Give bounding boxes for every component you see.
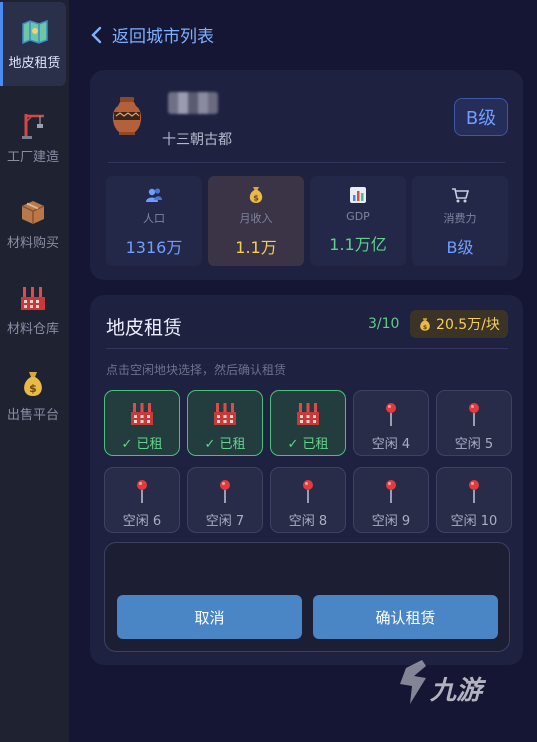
city-info-card: 十三朝古都 B级 人口 1316万 $ 月收入 1.1万 GDP 1.1万亿 消… [90, 70, 523, 280]
plot-free[interactable]: 空闲 10 [436, 467, 512, 533]
bar-chart-icon [350, 187, 366, 203]
map-pin-icon [130, 478, 154, 504]
price-chip: $ 20.5万/块 [410, 310, 508, 338]
people-icon [146, 188, 162, 202]
rent-count: 3/10 [368, 316, 400, 332]
factory-icon [130, 401, 154, 427]
crane-icon [19, 112, 47, 140]
plot-label: ✓ 已租 [204, 437, 246, 452]
stat-consumption: 消费力 B级 [412, 176, 508, 266]
stat-value: B级 [446, 238, 474, 257]
action-panel: 取消 确认租赁 [104, 542, 510, 652]
plot-rented[interactable]: ✓ 已租 [104, 390, 180, 456]
plot-free[interactable]: 空闲 6 [104, 467, 180, 533]
plot-rented[interactable]: ✓ 已租 [270, 390, 346, 456]
sidebar-item-material-buy[interactable]: 材料购买 [0, 182, 66, 266]
factory-icon [296, 401, 320, 427]
plot-label: ✓ 已租 [121, 437, 163, 452]
divider [106, 348, 508, 349]
cart-icon [452, 188, 469, 203]
cancel-button[interactable]: 取消 [117, 595, 302, 639]
sidebar-item-material-store[interactable]: 材料仓库 [0, 268, 66, 352]
plot-free[interactable]: 空闲 9 [353, 467, 429, 533]
plot-free[interactable]: 空闲 7 [187, 467, 263, 533]
back-to-city-list-link[interactable]: 返回城市列表 [90, 22, 214, 47]
plot-label: 空闲 9 [371, 514, 411, 529]
sidebar-item-label: 材料仓库 [6, 321, 59, 337]
plot-label: ✓ 已租 [287, 437, 329, 452]
city-subtitle: 十三朝古都 [162, 132, 232, 148]
sidebar-item-land-rent[interactable]: 地皮租赁 [0, 2, 66, 86]
stat-label: 人口 [143, 212, 165, 225]
city-grade-badge: B级 [454, 98, 508, 136]
svg-text:$: $ [423, 323, 427, 330]
watermark-text: 九游 [430, 676, 483, 706]
rent-title: 地皮租赁 [106, 317, 183, 339]
chevron-left-icon [91, 26, 102, 43]
plot-label: 空闲 5 [454, 437, 494, 452]
price-value: 20.5万/块 [436, 317, 500, 333]
plot-label: 空闲 4 [371, 437, 411, 452]
plot-label: 空闲 6 [122, 514, 162, 529]
plot-free[interactable]: 空闲 5 [436, 390, 512, 456]
map-icon [21, 18, 49, 46]
confirm-rent-button[interactable]: 确认租赁 [313, 595, 498, 639]
money-bag-icon: $ [249, 187, 263, 203]
sidebar-item-sale-platform[interactable]: $ 出售平台 [0, 354, 66, 438]
factory-icon [213, 401, 237, 427]
stat-label: 消费力 [443, 212, 477, 225]
factory-icon [19, 284, 47, 312]
money-bag-icon: $ [420, 317, 430, 330]
plot-rented[interactable]: ✓ 已租 [187, 390, 263, 456]
plot-label: 空闲 7 [205, 514, 245, 529]
stat-gdp: GDP 1.1万亿 [310, 176, 406, 266]
svg-text:$: $ [29, 382, 37, 395]
map-pin-icon [462, 401, 486, 427]
stat-label: GDP [346, 210, 370, 223]
map-pin-icon [379, 478, 403, 504]
vase-icon [112, 97, 142, 135]
money-bag-icon: $ [19, 370, 47, 398]
city-stats: 人口 1316万 $ 月收入 1.1万 GDP 1.1万亿 消费力 B级 [106, 176, 508, 266]
land-rent-card: 地皮租赁 3/10 $ 20.5万/块 点击空闲地块选择，然后确认租赁 ✓ 已租… [90, 295, 523, 665]
sidebar-item-label: 出售平台 [6, 407, 59, 423]
stat-population: 人口 1316万 [106, 176, 202, 266]
back-label: 返回城市列表 [112, 27, 214, 47]
stat-label: 月收入 [239, 212, 273, 225]
stat-value: 1316万 [125, 238, 183, 257]
stat-value: 1.1万亿 [329, 235, 387, 254]
sidebar-item-factory-build[interactable]: 工厂建造 [0, 96, 66, 180]
plot-free[interactable]: 空闲 8 [270, 467, 346, 533]
box-icon [19, 198, 47, 226]
city-name-blurred [168, 92, 218, 114]
rent-hint: 点击空闲地块选择，然后确认租赁 [106, 363, 287, 377]
sidebar-item-label: 材料购买 [6, 235, 59, 251]
stat-value: 1.1万 [235, 238, 277, 257]
sidebar: 地皮租赁 工厂建造 材料购买 材料仓库 $ 出售平台 [0, 0, 69, 742]
map-pin-icon [379, 401, 403, 427]
plot-free[interactable]: 空闲 4 [353, 390, 429, 456]
map-pin-icon [296, 478, 320, 504]
map-pin-icon [213, 478, 237, 504]
sidebar-item-label: 地皮租赁 [8, 55, 61, 71]
map-pin-icon [462, 478, 486, 504]
svg-text:$: $ [253, 194, 259, 203]
plot-label: 空闲 8 [288, 514, 328, 529]
divider [108, 162, 505, 163]
sidebar-item-label: 工厂建造 [6, 149, 59, 165]
stat-monthly-income: $ 月收入 1.1万 [208, 176, 304, 266]
plot-label: 空闲 10 [450, 514, 498, 529]
